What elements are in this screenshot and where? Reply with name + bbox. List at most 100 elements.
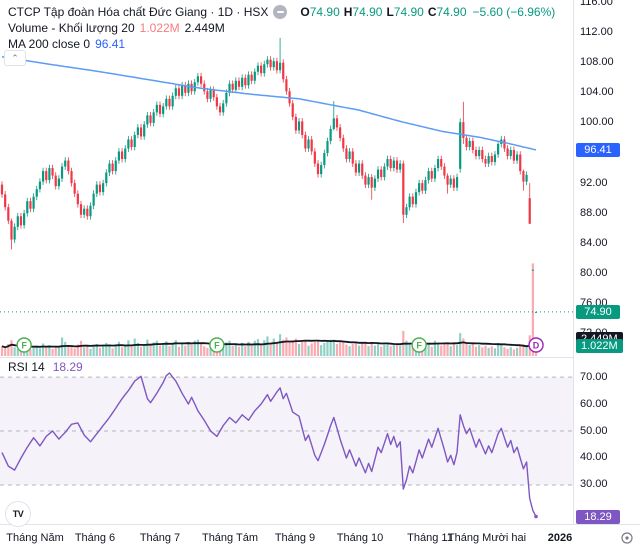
price-axis[interactable]: 116.00112.00108.00104.00100.0092.0088.00… xyxy=(573,0,640,524)
volume-bar xyxy=(10,340,12,356)
axis-badge-1.022M: 1.022M xyxy=(576,339,623,353)
volume-bar xyxy=(184,346,186,356)
hide-legend-button[interactable] xyxy=(273,5,287,19)
volume-value: 1.022M xyxy=(140,21,180,35)
volume-indicator-label[interactable]: Volume - Khối lượng 20 xyxy=(8,21,135,35)
candle-body xyxy=(146,115,148,124)
rsi-tick-label: 40.00 xyxy=(580,451,608,463)
volume-bar xyxy=(304,340,306,356)
collapse-legend-button[interactable]: ⌃ xyxy=(4,50,26,66)
time-tick-label: Tháng Năm xyxy=(6,532,63,544)
tradingview-logo[interactable]: TV xyxy=(5,501,31,527)
time-axis[interactable]: Tháng NămTháng 6Tháng 7Tháng TámTháng 9T… xyxy=(0,524,640,552)
axis-settings-icon[interactable] xyxy=(620,531,634,545)
volume-bar xyxy=(121,347,123,356)
chart-canvas[interactable]: FFFD xyxy=(0,0,640,552)
volume-bar xyxy=(364,342,366,356)
volume-bar xyxy=(238,347,240,356)
price-tick-label: 104.00 xyxy=(580,86,614,98)
candle-body xyxy=(124,149,126,160)
candle-body xyxy=(61,167,63,179)
volume-bar xyxy=(336,344,338,356)
candle-body xyxy=(115,161,117,172)
candle-body xyxy=(67,161,69,172)
volume-ma-value: 2.449M xyxy=(185,21,225,35)
rsi-legend: RSI 14 18.29 xyxy=(8,360,83,374)
chevron-up-icon: ⌃ xyxy=(11,53,19,64)
volume-bar xyxy=(257,339,259,356)
volume-bar xyxy=(380,347,382,356)
candle-body xyxy=(33,197,35,209)
ma-value: 96.41 xyxy=(95,37,125,51)
candle-body xyxy=(222,103,224,112)
candle-body xyxy=(7,207,9,221)
candle-body xyxy=(507,149,509,157)
volume-bar xyxy=(437,343,439,356)
candle-body xyxy=(244,78,246,86)
volume-bar xyxy=(431,347,433,356)
candle-body xyxy=(45,171,47,180)
volume-bar xyxy=(115,345,117,356)
volume-bar xyxy=(39,348,41,356)
volume-bar xyxy=(330,340,332,356)
symbol-title[interactable]: CTCP Tập đoàn Hóa chất Đức Giang · 1D · … xyxy=(8,5,268,19)
candle-body xyxy=(64,161,66,167)
candle-body xyxy=(469,141,471,147)
price-tick-label: 116.00 xyxy=(580,0,613,8)
volume-bar xyxy=(500,345,502,356)
volume-bar xyxy=(371,343,373,356)
candle-body xyxy=(374,179,376,188)
volume-bar xyxy=(108,346,110,356)
event-marker-F[interactable]: F xyxy=(412,338,426,352)
axis-badge-96.41: 96.41 xyxy=(576,143,620,157)
event-marker-F[interactable]: F xyxy=(17,338,31,352)
volume-bar xyxy=(203,346,205,356)
candle-body xyxy=(465,138,467,147)
volume-bar xyxy=(130,346,132,356)
candle-body xyxy=(472,141,474,150)
volume-bar xyxy=(513,349,515,356)
volume-bar xyxy=(99,348,101,356)
rsi-line-end-dot xyxy=(534,515,538,519)
candle-body xyxy=(450,179,452,185)
volume-bar xyxy=(64,342,66,356)
ma-indicator-label[interactable]: MA 200 close 0 xyxy=(8,37,90,51)
rsi-indicator-label[interactable]: RSI 14 xyxy=(8,360,45,374)
candle-body xyxy=(307,139,309,148)
candle-body xyxy=(434,168,436,179)
candle-body xyxy=(235,81,237,90)
volume-bar xyxy=(307,346,309,356)
volume-bar xyxy=(86,346,88,356)
volume-bar xyxy=(260,344,262,356)
candle-body xyxy=(393,161,395,169)
candle-body xyxy=(74,183,76,194)
candle-body xyxy=(532,270,534,271)
volume-bar xyxy=(285,337,287,356)
volume-bar xyxy=(409,343,411,356)
candle-body xyxy=(159,105,161,114)
event-marker-letter: D xyxy=(533,341,540,351)
candle-body xyxy=(440,159,442,167)
candle-body xyxy=(232,84,234,90)
volume-bar xyxy=(317,340,319,356)
open-value: 74.90 xyxy=(310,5,340,19)
candle-body xyxy=(83,209,85,215)
volume-bar xyxy=(386,343,388,356)
event-marker-D[interactable]: D xyxy=(529,338,543,352)
candle-body xyxy=(42,171,44,182)
volume-bar xyxy=(74,348,76,356)
volume-bar xyxy=(345,345,347,356)
price-tick-label: 108.00 xyxy=(580,56,614,68)
event-marker-F[interactable]: F xyxy=(210,338,224,352)
candle-body xyxy=(383,167,385,178)
volume-bar xyxy=(478,345,480,356)
candle-body xyxy=(96,185,98,194)
candle-body xyxy=(175,88,177,96)
volume-bar xyxy=(342,341,344,356)
candle-body xyxy=(446,176,448,185)
volume-bar xyxy=(45,347,47,356)
volume-bar xyxy=(453,343,455,356)
candle-body xyxy=(361,164,363,176)
rsi-tick-label: 30.00 xyxy=(580,478,608,490)
volume-bar xyxy=(333,340,335,356)
